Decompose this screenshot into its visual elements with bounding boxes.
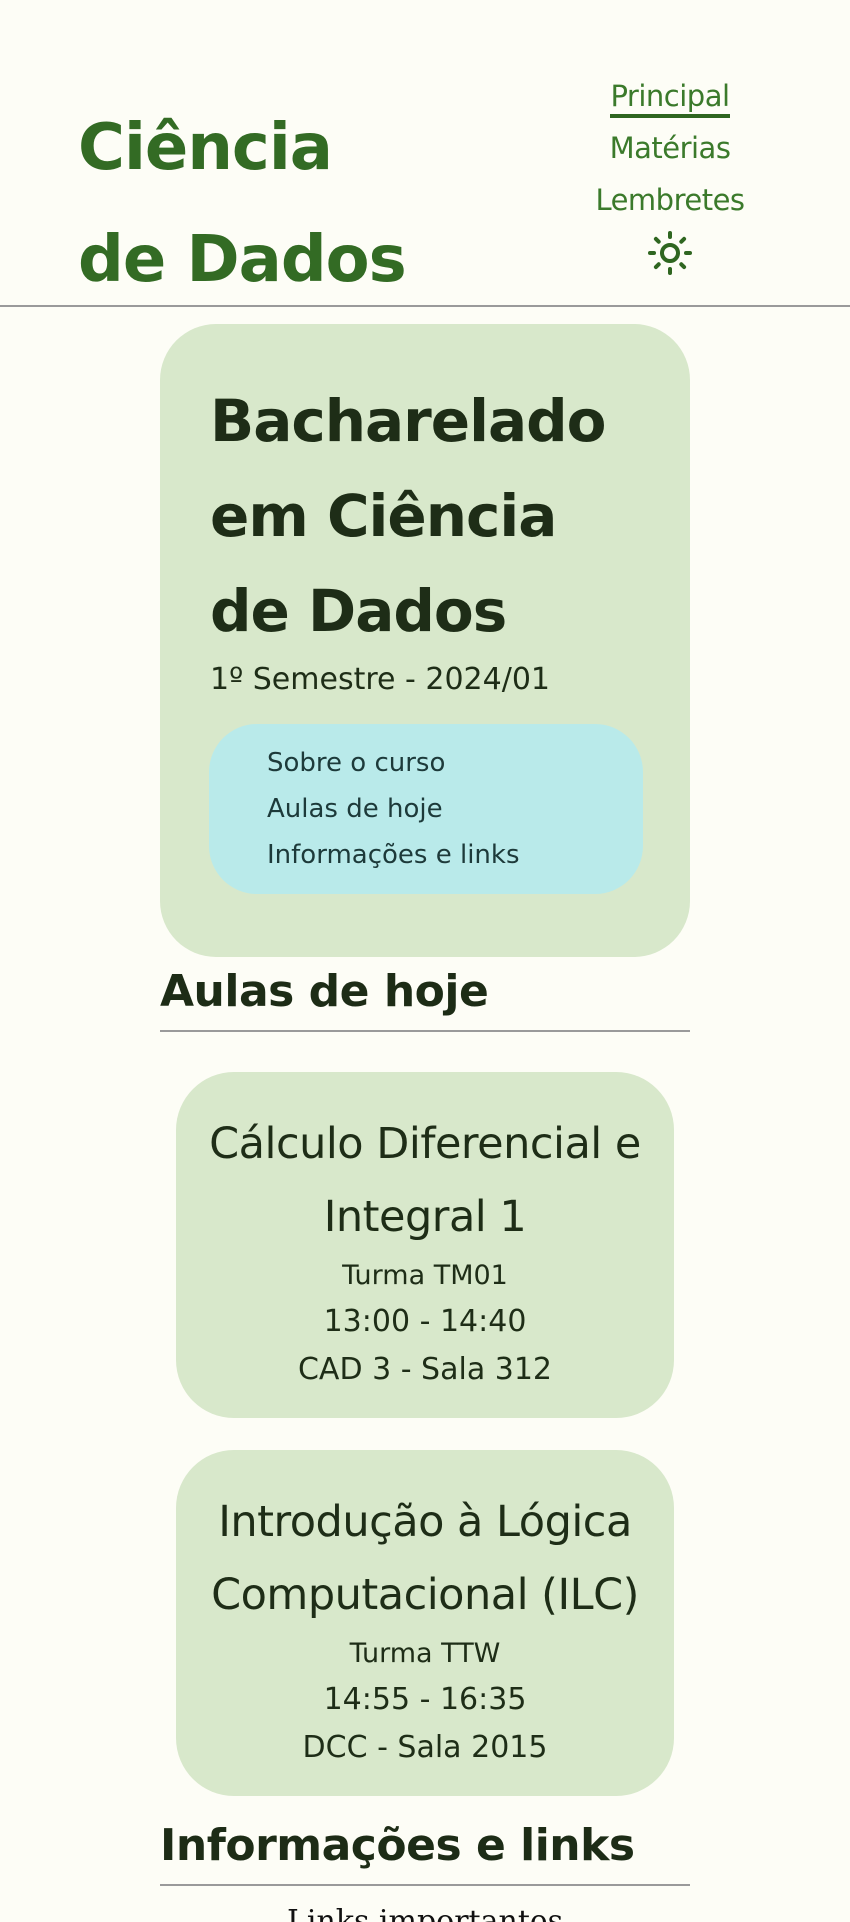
- nav-lembretes[interactable]: Lembretes: [595, 174, 745, 226]
- sun-icon[interactable]: [647, 230, 693, 276]
- class-name: Cálculo Diferencial e Integral 1: [209, 1119, 641, 1242]
- menu-link-info[interactable]: Informações e links: [267, 832, 643, 878]
- nav-materias[interactable]: Matérias: [610, 122, 731, 174]
- section-menu: Sobre o curso Aulas de hoje Informações …: [209, 724, 643, 894]
- course-title: Bacharelado em Ciência de Dados: [210, 387, 606, 645]
- menu-link-sobre[interactable]: Sobre o curso: [267, 740, 643, 786]
- class-time: 13:00 - 14:40: [323, 1304, 527, 1339]
- class-room: DCC - Sala 2015: [302, 1730, 548, 1765]
- menu-link-aulas[interactable]: Aulas de hoje: [267, 786, 643, 832]
- site-header: Ciência de Dados Principal Matérias Lemb…: [0, 0, 850, 307]
- class-room: CAD 3 - Sala 312: [297, 1352, 553, 1387]
- links-heading: Links importantes: [286, 1904, 564, 1922]
- semester-label: 1º Semestre - 2024/01: [210, 662, 550, 697]
- class-time: 14:55 - 16:35: [323, 1682, 527, 1717]
- section-title-aulas: Aulas de hoje: [160, 966, 690, 1032]
- site-title[interactable]: Ciência de Dados: [78, 92, 438, 316]
- class-card[interactable]: Introdução à Lógica Computacional (ILC) …: [176, 1450, 674, 1796]
- class-turma: Turma TM01: [342, 1260, 508, 1291]
- class-card[interactable]: Cálculo Diferencial e Integral 1 Turma T…: [176, 1072, 674, 1418]
- course-hero-card: Bacharelado em Ciência de Dados 1º Semes…: [160, 324, 690, 957]
- nav-principal[interactable]: Principal: [610, 70, 730, 122]
- main-nav: Principal Matérias Lembretes: [582, 70, 758, 276]
- section-title-info: Informações e links: [160, 1820, 690, 1886]
- class-name: Introdução à Lógica Computacional (ILC): [211, 1497, 639, 1620]
- class-turma: Turma TTW: [349, 1638, 501, 1669]
